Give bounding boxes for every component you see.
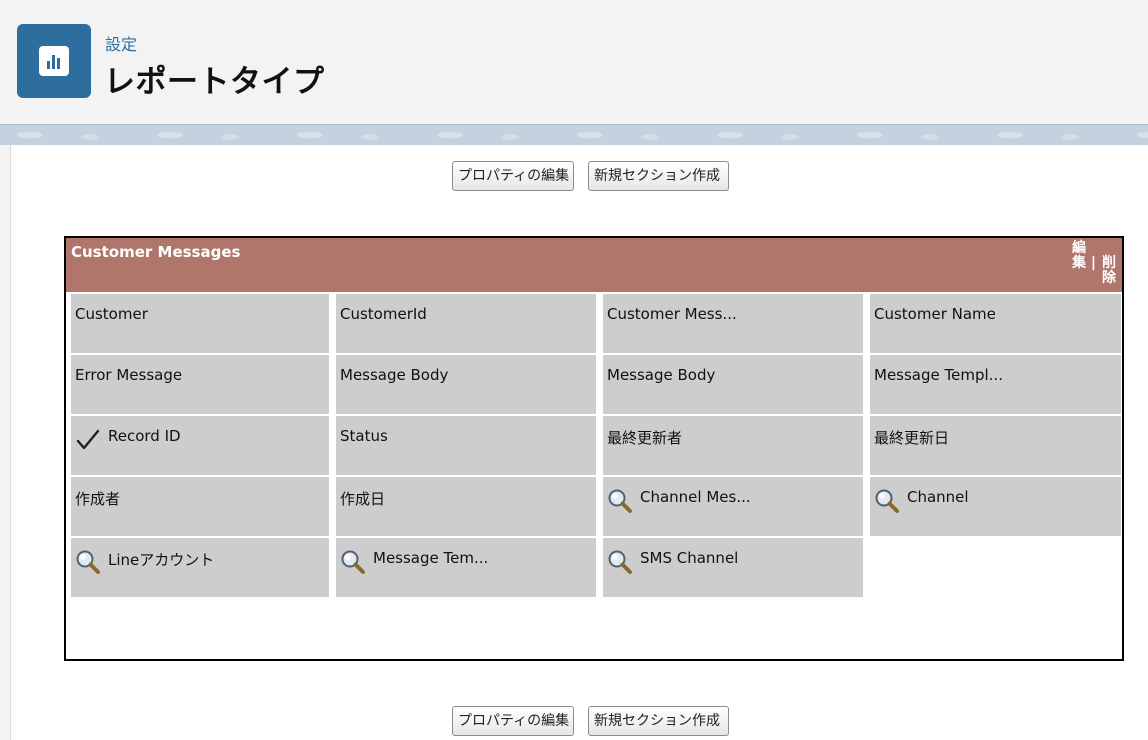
field-label: SMS Channel: [640, 549, 739, 567]
section-edit-link[interactable]: 編集: [1070, 241, 1088, 271]
field-cell[interactable]: Status: [336, 416, 596, 475]
new-section-button[interactable]: 新規セクション作成: [588, 161, 729, 191]
field-grid: Customer CustomerId Customer Mess... Custom…: [71, 294, 1121, 597]
field-label: Channel: [907, 488, 969, 506]
section-delete-link[interactable]: 削除: [1102, 256, 1116, 286]
section-header: Customer Messages 編集 | 削除: [66, 238, 1122, 292]
field-label: Customer: [75, 305, 148, 323]
field-label: Status: [340, 427, 388, 445]
action-separator: |: [1090, 255, 1096, 271]
field-cell[interactable]: 作成日: [336, 477, 596, 536]
field-label: Customer Mess...: [607, 305, 737, 323]
section-edit-text[interactable]: 編集: [1070, 241, 1088, 271]
field-label: Message Templ...: [874, 366, 1003, 384]
breadcrumb-setup[interactable]: 設定: [105, 31, 137, 55]
magnifier-icon: [874, 488, 900, 514]
field-label: Message Tem...: [373, 549, 489, 567]
page-title: レポートタイプ: [104, 64, 325, 100]
edit-properties-button[interactable]: プロパティの編集: [452, 161, 574, 191]
field-cell[interactable]: Channel Mes...: [603, 477, 863, 536]
field-label: Message Body: [340, 366, 449, 384]
empty-slot: [870, 538, 1121, 597]
field-cell[interactable]: 作成者: [71, 477, 329, 536]
field-cell[interactable]: 最終更新者: [603, 416, 863, 475]
field-label: CustomerId: [340, 305, 427, 323]
field-cell[interactable]: Customer: [71, 294, 329, 353]
page-header: 設定 レポートタイプ: [0, 0, 1148, 124]
field-label: 最終更新者: [607, 429, 683, 447]
field-cell[interactable]: Message Templ...: [870, 355, 1121, 414]
field-label: Message Body: [607, 366, 716, 384]
field-label: Record ID: [108, 427, 181, 445]
decorative-banner: [0, 124, 1148, 146]
field-label: Lineアカウント: [108, 551, 215, 569]
field-cell[interactable]: Lineアカウント: [71, 538, 329, 597]
field-cell[interactable]: Channel: [870, 477, 1121, 536]
magnifier-icon: [75, 549, 101, 575]
field-cell[interactable]: Record ID: [71, 416, 329, 475]
field-label: 最終更新日: [874, 429, 950, 447]
field-label: Channel Mes...: [640, 488, 751, 506]
field-cell[interactable]: CustomerId: [336, 294, 596, 353]
magnifier-icon: [607, 488, 633, 514]
toolbar-bottom: プロパティの編集 新規セクション作成: [11, 706, 1148, 738]
field-cell[interactable]: Customer Mess...: [603, 294, 863, 353]
field-label: 作成日: [340, 490, 386, 508]
field-cell[interactable]: SMS Channel: [603, 538, 863, 597]
edit-properties-button-bottom[interactable]: プロパティの編集: [452, 706, 574, 736]
main-content: プロパティの編集 新規セクション作成 Customer Messages 編集 …: [11, 145, 1148, 740]
left-rail: [0, 145, 11, 740]
field-cell[interactable]: Message Body: [603, 355, 863, 414]
field-label: Error Message: [75, 366, 183, 384]
toolbar-top: プロパティの編集 新規セクション作成: [11, 161, 1148, 193]
checkmark-icon: [75, 427, 101, 453]
magnifier-icon: [607, 549, 633, 575]
field-cell[interactable]: Message Body: [336, 355, 596, 414]
magnifier-icon: [340, 549, 366, 575]
field-cell[interactable]: Customer Name: [870, 294, 1121, 353]
field-label: 作成者: [75, 490, 121, 508]
field-section: Customer Messages 編集 | 削除 Customer Custom…: [64, 236, 1124, 661]
field-label: Customer Name: [874, 305, 996, 323]
section-title: Customer Messages: [71, 243, 241, 261]
new-section-button-bottom[interactable]: 新規セクション作成: [588, 706, 729, 736]
report-chart-icon: [17, 24, 91, 98]
field-cell[interactable]: Message Tem...: [336, 538, 596, 597]
field-cell[interactable]: 最終更新日: [870, 416, 1121, 475]
field-cell[interactable]: Error Message: [71, 355, 329, 414]
